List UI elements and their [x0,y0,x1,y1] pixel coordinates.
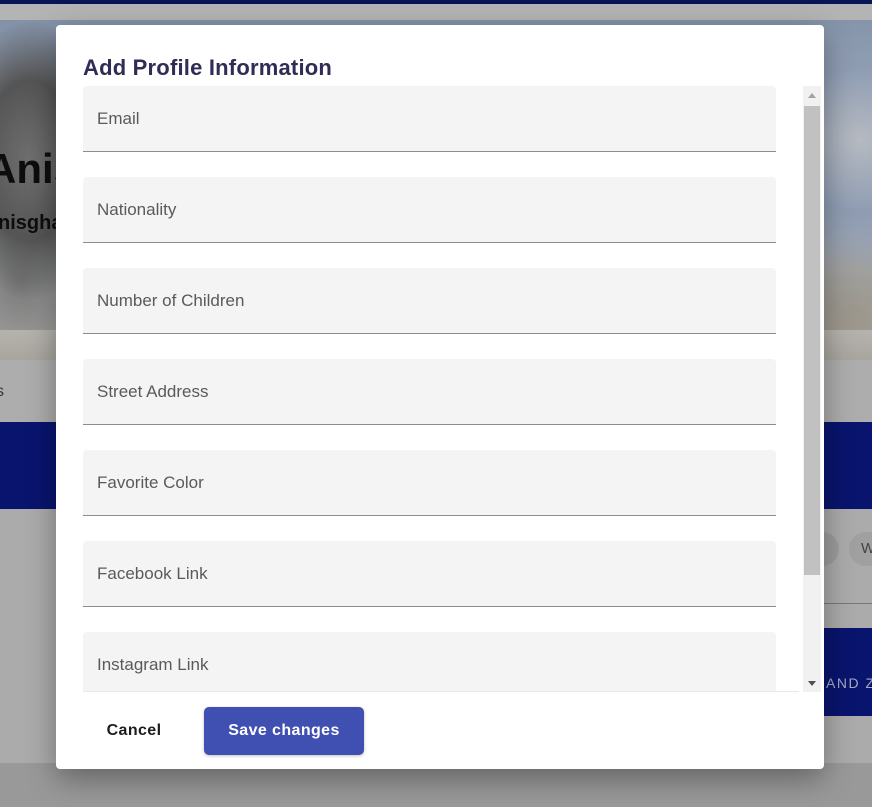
save-changes-button[interactable]: Save changes [204,707,364,755]
instagram-link-field[interactable] [83,632,776,691]
street-address-field[interactable] [83,359,776,425]
favorite-color-input[interactable] [83,450,776,515]
cancel-button[interactable]: Cancel [83,707,185,755]
email-input[interactable] [83,86,776,151]
dialog-title: Add Profile Information [83,55,333,80]
email-field[interactable] [83,86,776,152]
facebook-link-field[interactable] [83,541,776,607]
facebook-link-input[interactable] [83,541,776,606]
number-of-children-field[interactable] [83,268,776,334]
form-scrollbar[interactable] [803,86,821,692]
scrollbar-thumb[interactable] [804,106,820,575]
nationality-input[interactable] [83,177,776,242]
profile-form-scroll-area[interactable] [83,86,776,691]
number-of-children-input[interactable] [83,268,776,333]
favorite-color-field[interactable] [83,450,776,516]
scroll-down-arrow-icon[interactable] [803,674,821,692]
scroll-up-arrow-icon[interactable] [803,86,821,104]
instagram-link-input[interactable] [83,632,776,691]
nationality-field[interactable] [83,177,776,243]
street-address-input[interactable] [83,359,776,424]
add-profile-dialog: Add Profile Information Cancel Save chan… [56,25,824,769]
dialog-footer-divider [83,691,799,692]
